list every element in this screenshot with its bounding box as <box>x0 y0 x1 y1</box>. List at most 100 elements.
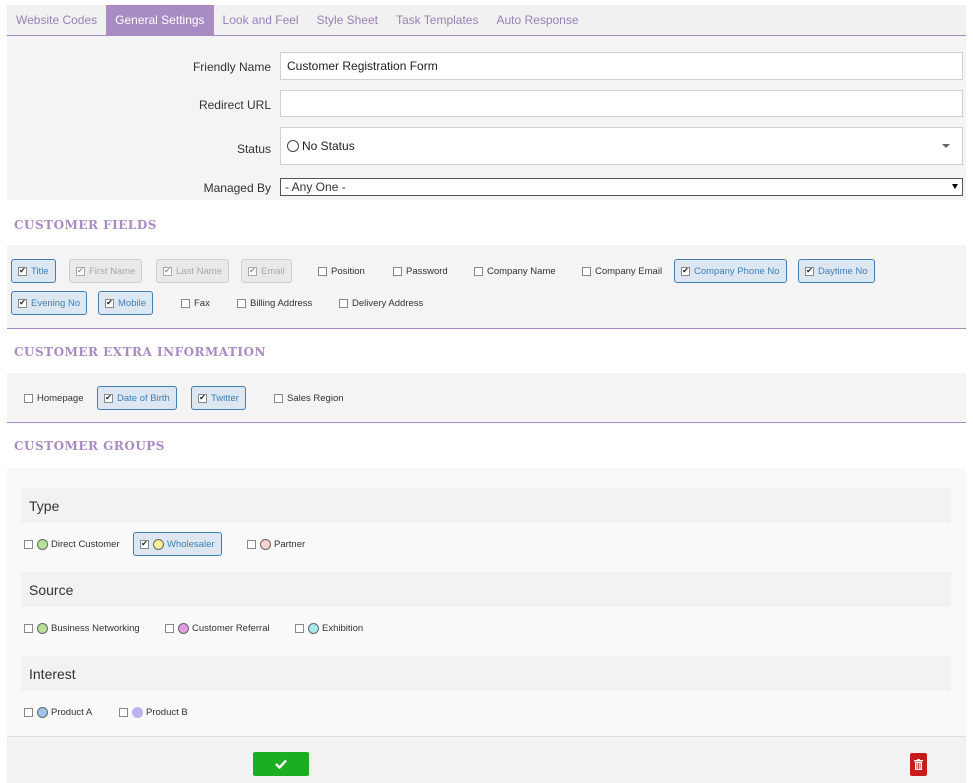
field-label: Mobile <box>118 297 146 309</box>
field-mobile[interactable]: ✔ Mobile <box>98 291 153 315</box>
color-dot-icon <box>132 706 143 718</box>
extra-homepage[interactable]: Homepage <box>23 386 84 410</box>
group-type-title: Type <box>29 498 60 514</box>
save-button[interactable] <box>253 752 309 776</box>
checkbox-icon <box>24 623 33 633</box>
group-wholesaler[interactable]: ✔ Wholesaler <box>133 532 222 556</box>
checkbox-icon: ✔ <box>104 393 113 403</box>
field-label: Title <box>31 265 49 277</box>
extra-sales-region[interactable]: Sales Region <box>273 386 345 410</box>
group-exhibition[interactable]: Exhibition <box>294 616 364 640</box>
groups-title: CUSTOMER GROUPS <box>14 439 165 453</box>
friendly-name-label: Friendly Name <box>192 60 271 74</box>
group-product-b[interactable]: Product B <box>118 700 189 724</box>
field-position[interactable]: Position <box>317 259 366 283</box>
divider <box>7 422 966 423</box>
group-customer-referral[interactable]: Customer Referral <box>164 616 271 640</box>
extra-label: Sales Region <box>287 392 344 404</box>
group-business-networking[interactable]: Business Networking <box>23 616 141 640</box>
extra-info-title: CUSTOMER EXTRA INFORMATION <box>14 345 266 359</box>
checkbox-icon <box>318 266 327 276</box>
field-password[interactable]: Password <box>392 259 449 283</box>
caret-down-icon <box>942 144 950 148</box>
checkbox-icon <box>24 707 33 717</box>
color-dot-icon <box>308 622 319 634</box>
checkbox-icon <box>582 266 591 276</box>
group-label: Exhibition <box>322 622 364 634</box>
color-dot-icon <box>178 622 189 634</box>
group-label: Business Networking <box>51 622 140 634</box>
tab-auto-response[interactable]: Auto Response <box>487 5 587 35</box>
checkbox-icon <box>474 266 483 276</box>
field-label: Billing Address <box>250 297 313 309</box>
managed-by-label: Managed By <box>203 181 271 195</box>
extra-info-panel: Homepage ✔ Date of Birth ✔ Twitter Sales R… <box>7 373 966 422</box>
redirect-url-input[interactable] <box>280 90 963 117</box>
status-select[interactable]: No Status <box>280 127 963 165</box>
group-label: Partner <box>274 538 306 550</box>
field-billing-address[interactable]: Billing Address <box>236 291 313 315</box>
group-interest-header: Interest <box>21 656 951 691</box>
tab-task-templates[interactable]: Task Templates <box>387 5 487 35</box>
tab-general-settings[interactable]: General Settings <box>106 5 214 35</box>
status-circle-icon <box>287 140 299 152</box>
extra-twitter[interactable]: ✔ Twitter <box>191 386 246 410</box>
checkbox-icon: ✔ <box>105 298 114 308</box>
status-label: Status <box>236 142 271 156</box>
field-evening-no[interactable]: ✔ Evening No <box>11 291 88 315</box>
status-value: No Status <box>302 139 355 153</box>
field-fax[interactable]: Fax <box>180 291 211 315</box>
extra-label: Twitter <box>211 392 239 404</box>
field-label: Password <box>406 265 448 277</box>
checkbox-icon: ✔ <box>76 266 85 276</box>
checkbox-icon <box>237 298 246 308</box>
field-delivery-address[interactable]: Delivery Address <box>338 291 424 315</box>
field-label: Email <box>261 265 285 277</box>
managed-by-select[interactable]: - Any One - <box>280 178 963 196</box>
checkbox-icon: ✔ <box>18 266 27 276</box>
checkbox-icon <box>247 539 256 549</box>
color-dot-icon <box>37 706 48 718</box>
field-label: First Name <box>89 265 136 277</box>
tab-style-sheet[interactable]: Style Sheet <box>308 5 387 35</box>
group-label: Product B <box>146 706 188 718</box>
tab-look-and-feel[interactable]: Look and Feel <box>214 5 308 35</box>
group-product-a[interactable]: Product A <box>23 700 93 724</box>
delete-button[interactable] <box>910 753 927 776</box>
checkbox-icon <box>274 393 283 403</box>
redirect-url-label: Redirect URL <box>198 98 271 112</box>
field-last-name: ✔ Last Name <box>156 259 229 283</box>
checkbox-icon: ✔ <box>18 298 27 308</box>
field-first-name: ✔ First Name <box>69 259 143 283</box>
dropdown-arrow-icon <box>952 184 958 189</box>
field-label: Company Name <box>487 265 556 277</box>
extra-date-of-birth[interactable]: ✔ Date of Birth <box>97 386 177 410</box>
field-label: Position <box>331 265 365 277</box>
field-label: Fax <box>194 297 210 309</box>
footer-bar <box>7 736 966 783</box>
field-company-phone[interactable]: ✔ Company Phone No <box>674 259 787 283</box>
friendly-name-input[interactable]: Customer Registration Form <box>280 52 963 80</box>
field-label: Last Name <box>176 265 222 277</box>
field-company-name[interactable]: Company Name <box>473 259 557 283</box>
group-label: Product A <box>51 706 93 718</box>
managed-by-value: - Any One - <box>285 180 346 194</box>
field-title[interactable]: ✔ Title <box>11 259 56 283</box>
color-dot-icon <box>153 538 164 550</box>
tab-website-codes[interactable]: Website Codes <box>7 5 106 35</box>
group-label: Direct Customer <box>51 538 120 550</box>
extra-label: Date of Birth <box>117 392 170 404</box>
customer-fields-panel: ✔ Title ✔ First Name ✔ Last Name ✔ Email Pos… <box>7 245 966 328</box>
field-label: Evening No <box>31 297 81 309</box>
checkbox-icon: ✔ <box>163 266 172 276</box>
group-direct-customer[interactable]: Direct Customer <box>23 532 121 556</box>
checkbox-icon: ✔ <box>198 393 207 403</box>
friendly-name-value: Customer Registration Form <box>287 59 438 73</box>
field-label: Company Phone No <box>694 265 780 277</box>
tab-bar: Website Codes General Settings Look and … <box>7 5 966 36</box>
checkbox-icon <box>393 266 402 276</box>
checkbox-icon <box>295 623 304 633</box>
field-company-email[interactable]: Company Email <box>581 259 663 283</box>
group-partner[interactable]: Partner <box>246 532 306 556</box>
field-daytime-no[interactable]: ✔ Daytime No <box>798 259 875 283</box>
